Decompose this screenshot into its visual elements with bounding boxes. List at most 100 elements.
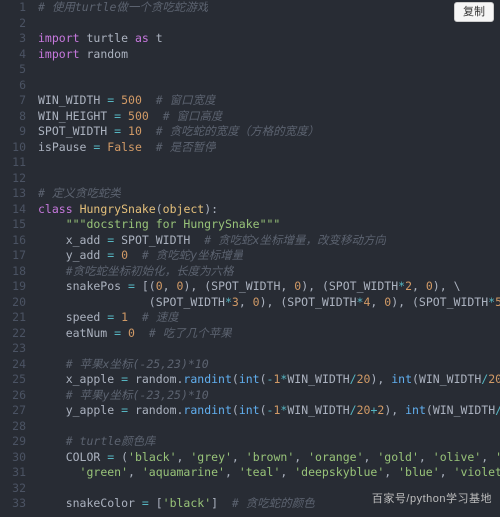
code-line[interactable]: 16 x_add = SPOT_WIDTH # 贪吃蛇x坐标增量，改变移动方向 — [0, 233, 500, 249]
code-line[interactable]: 26 # 苹果y坐标(-23,25)*10 — [0, 388, 500, 404]
line-number: 5 — [0, 62, 34, 78]
line-number: 10 — [0, 140, 34, 156]
code-content[interactable]: eatNum = 0 # 吃了几个苹果 — [34, 326, 232, 342]
code-content[interactable] — [34, 171, 38, 187]
code-content[interactable]: y_apple = random.randint(int(-1*WIN_WIDT… — [34, 403, 500, 419]
line-number: 30 — [0, 450, 34, 466]
code-content[interactable]: speed = 1 # 速度 — [34, 310, 179, 326]
code-line[interactable]: 15 """docstring for HungrySnake""" — [0, 217, 500, 233]
copy-button[interactable]: 复制 — [454, 2, 494, 22]
code-line[interactable]: 18 #贪吃蛇坐标初始化，长度为六格 — [0, 264, 500, 280]
line-number: 31 — [0, 465, 34, 481]
code-content[interactable]: 'green', 'aquamarine', 'teal', 'deepskyb… — [34, 465, 500, 481]
line-number: 15 — [0, 217, 34, 233]
code-line[interactable]: 30 COLOR = ('black', 'grey', 'brown', 'o… — [0, 450, 500, 466]
code-content[interactable]: snakeColor = ['black'] # 贪吃蛇的颜色 — [34, 496, 315, 512]
code-line[interactable]: 1# 使用turtle做一个贪吃蛇游戏 — [0, 0, 500, 16]
line-number: 4 — [0, 47, 34, 63]
code-content[interactable] — [34, 419, 38, 435]
line-number: 13 — [0, 186, 34, 202]
code-content[interactable]: (SPOT_WIDTH*3, 0), (SPOT_WIDTH*4, 0), (S… — [34, 295, 500, 311]
code-line[interactable]: 25 x_apple = random.randint(int(-1*WIN_W… — [0, 372, 500, 388]
code-content[interactable]: SPOT_WIDTH = 10 # 贪吃蛇的宽度（方格的宽度） — [34, 124, 319, 140]
code-line[interactable]: 4import random — [0, 47, 500, 63]
code-line[interactable]: 20 (SPOT_WIDTH*3, 0), (SPOT_WIDTH*4, 0),… — [0, 295, 500, 311]
code-editor: 复制 1# 使用turtle做一个贪吃蛇游戏23import turtle as… — [0, 0, 500, 512]
code-content[interactable]: isPause = False # 是否暂停 — [34, 140, 216, 156]
code-content[interactable]: snakePos = [(0, 0), (SPOT_WIDTH, 0), (SP… — [34, 279, 461, 295]
line-number: 1 — [0, 0, 34, 16]
code-line[interactable]: 13# 定义贪吃蛇类 — [0, 186, 500, 202]
code-content[interactable]: import turtle as t — [34, 31, 163, 47]
code-content[interactable]: COLOR = ('black', 'grey', 'brown', 'oran… — [34, 450, 500, 466]
code-line[interactable]: 9SPOT_WIDTH = 10 # 贪吃蛇的宽度（方格的宽度） — [0, 124, 500, 140]
line-number: 7 — [0, 93, 34, 109]
code-content[interactable] — [34, 78, 38, 94]
code-line[interactable]: 14class HungrySnake(object): — [0, 202, 500, 218]
line-number: 33 — [0, 496, 34, 512]
line-number: 28 — [0, 419, 34, 435]
line-number: 29 — [0, 434, 34, 450]
line-number: 24 — [0, 357, 34, 373]
code-content[interactable]: y_add = 0 # 贪吃蛇y坐标增量 — [34, 248, 243, 264]
code-content[interactable] — [34, 16, 38, 32]
code-line[interactable]: 11 — [0, 155, 500, 171]
code-content[interactable] — [34, 481, 38, 497]
code-content[interactable] — [34, 155, 38, 171]
line-number: 9 — [0, 124, 34, 140]
line-number: 22 — [0, 326, 34, 342]
code-content[interactable]: x_add = SPOT_WIDTH # 贪吃蛇x坐标增量，改变移动方向 — [34, 233, 386, 249]
line-number: 26 — [0, 388, 34, 404]
line-number: 18 — [0, 264, 34, 280]
code-line[interactable]: 19 snakePos = [(0, 0), (SPOT_WIDTH, 0), … — [0, 279, 500, 295]
code-line[interactable]: 23 — [0, 341, 500, 357]
code-line[interactable]: 5 — [0, 62, 500, 78]
code-content[interactable]: WIN_WIDTH = 500 # 窗口宽度 — [34, 93, 216, 109]
code-content[interactable]: class HungrySnake(object): — [34, 202, 218, 218]
code-content[interactable]: # turtle颜色库 — [34, 434, 156, 450]
code-line[interactable]: 29 # turtle颜色库 — [0, 434, 500, 450]
line-number: 17 — [0, 248, 34, 264]
code-content[interactable]: import random — [34, 47, 128, 63]
line-number: 32 — [0, 481, 34, 497]
code-content[interactable]: x_apple = random.randint(int(-1*WIN_WIDT… — [34, 372, 500, 388]
code-line[interactable]: 28 — [0, 419, 500, 435]
watermark: 百家号/python学习基地 — [372, 490, 492, 506]
code-content[interactable] — [34, 62, 38, 78]
code-area[interactable]: 1# 使用turtle做一个贪吃蛇游戏23import turtle as t4… — [0, 0, 500, 512]
code-line[interactable]: 31 'green', 'aquamarine', 'teal', 'deeps… — [0, 465, 500, 481]
code-content[interactable]: """docstring for HungrySnake""" — [34, 217, 280, 233]
line-number: 21 — [0, 310, 34, 326]
code-line[interactable]: 3import turtle as t — [0, 31, 500, 47]
code-line[interactable]: 12 — [0, 171, 500, 187]
code-content[interactable]: # 定义贪吃蛇类 — [34, 186, 121, 202]
code-line[interactable]: 7WIN_WIDTH = 500 # 窗口宽度 — [0, 93, 500, 109]
line-number: 2 — [0, 16, 34, 32]
code-content[interactable]: # 使用turtle做一个贪吃蛇游戏 — [34, 0, 208, 16]
line-number: 14 — [0, 202, 34, 218]
line-number: 23 — [0, 341, 34, 357]
code-line[interactable]: 6 — [0, 78, 500, 94]
code-line[interactable]: 2 — [0, 16, 500, 32]
code-content[interactable] — [34, 341, 38, 357]
line-number: 25 — [0, 372, 34, 388]
line-number: 27 — [0, 403, 34, 419]
code-line[interactable]: 21 speed = 1 # 速度 — [0, 310, 500, 326]
code-content[interactable]: WIN_HEIGHT = 500 # 窗口高度 — [34, 109, 223, 125]
code-content[interactable]: #贪吃蛇坐标初始化，长度为六格 — [34, 264, 234, 280]
line-number: 12 — [0, 171, 34, 187]
line-number: 11 — [0, 155, 34, 171]
code-line[interactable]: 8WIN_HEIGHT = 500 # 窗口高度 — [0, 109, 500, 125]
code-line[interactable]: 24 # 苹果x坐标(-25,23)*10 — [0, 357, 500, 373]
code-line[interactable]: 22 eatNum = 0 # 吃了几个苹果 — [0, 326, 500, 342]
code-content[interactable]: # 苹果x坐标(-25,23)*10 — [34, 357, 209, 373]
line-number: 8 — [0, 109, 34, 125]
code-content[interactable]: # 苹果y坐标(-23,25)*10 — [34, 388, 209, 404]
code-line[interactable]: 10isPause = False # 是否暂停 — [0, 140, 500, 156]
line-number: 19 — [0, 279, 34, 295]
line-number: 16 — [0, 233, 34, 249]
code-line[interactable]: 17 y_add = 0 # 贪吃蛇y坐标增量 — [0, 248, 500, 264]
line-number: 20 — [0, 295, 34, 311]
line-number: 3 — [0, 31, 34, 47]
code-line[interactable]: 27 y_apple = random.randint(int(-1*WIN_W… — [0, 403, 500, 419]
